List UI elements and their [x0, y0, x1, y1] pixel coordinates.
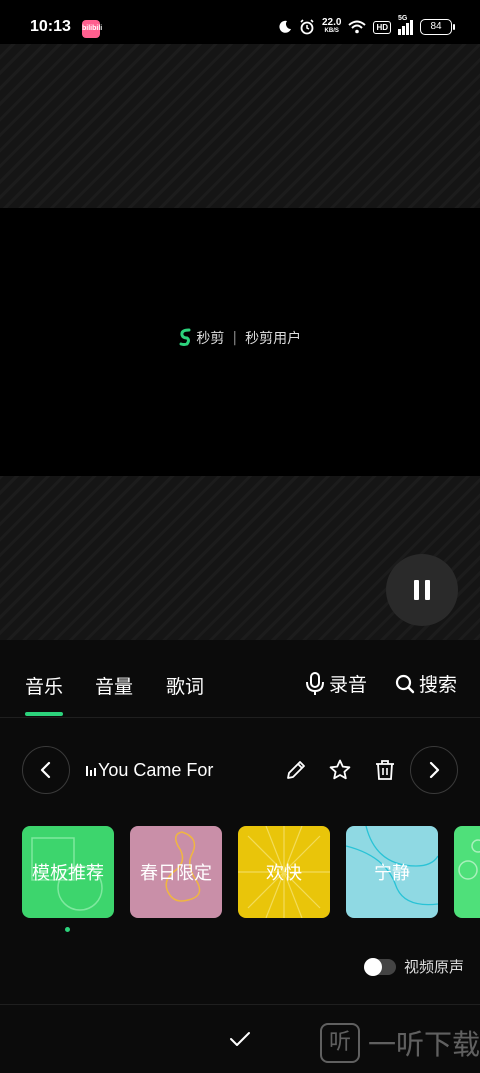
tab-lyrics[interactable]: 歌词	[166, 672, 204, 699]
status-bar: 10:13 bilibili 22.0 KB/S HD 5G 84	[0, 0, 480, 44]
category-card-calm[interactable]: 宁静	[346, 826, 438, 918]
net-speed-value: 22.0	[321, 17, 342, 28]
trash-icon	[376, 760, 394, 780]
microphone-icon	[306, 671, 324, 695]
signal-icon: 5G	[398, 15, 413, 35]
status-time: 10:13	[30, 18, 71, 35]
original-sound-toggle[interactable]	[363, 957, 396, 976]
chevron-right-icon	[429, 761, 440, 779]
pencil-icon	[287, 761, 305, 779]
song-title: You Came For	[98, 759, 214, 780]
miaojian-s-icon	[179, 328, 191, 346]
status-icons: 22.0 KB/S HD 5G 84	[278, 15, 455, 38]
search-icon	[395, 674, 415, 693]
miaojian-logo: 秒剪	[179, 328, 225, 348]
site-watermark-text: 一听下载	[368, 1028, 480, 1061]
chevron-left-icon	[40, 761, 51, 779]
watermark-user: 秒剪用户	[245, 331, 302, 347]
tab-music[interactable]: 音乐	[25, 672, 63, 699]
card-decoration	[458, 839, 480, 880]
song-title-marquee: You Came For	[86, 755, 246, 785]
watermark-separator: |	[232, 330, 238, 346]
moon-icon	[279, 20, 291, 33]
category-card-cheerful[interactable]: 欢快	[238, 826, 330, 918]
next-song-button[interactable]	[410, 746, 458, 794]
search-label: 搜索	[419, 674, 458, 696]
original-sound-toggle-row[interactable]: 视频原声	[363, 956, 464, 977]
site-watermark-logo: 听	[320, 1023, 360, 1063]
category-label: 春日限定	[140, 863, 212, 884]
playing-equalizer-icon	[86, 764, 96, 776]
site-watermark: 听 一听下载	[320, 1023, 480, 1063]
record-button[interactable]: 录音	[305, 670, 367, 697]
watermark-logo-text: 秒剪	[196, 331, 225, 347]
pause-icon-bar	[425, 580, 430, 600]
category-card-more[interactable]	[454, 826, 480, 918]
signal-label: 5G	[398, 15, 408, 22]
search-button[interactable]: 搜索	[395, 670, 457, 697]
wifi-icon	[348, 20, 367, 34]
star-icon	[329, 759, 351, 780]
category-label: 欢快	[266, 863, 302, 884]
battery-indicator: 84	[420, 19, 455, 35]
tab-bar: 音乐 音量 歌词 录音 搜索	[0, 640, 480, 718]
category-card-spring[interactable]: 春日限定	[130, 826, 222, 918]
confirm-button[interactable]	[226, 1025, 254, 1053]
video-preview[interactable]: 秒剪 | 秒剪用户	[0, 44, 480, 640]
delete-music-button[interactable]	[371, 756, 399, 784]
pause-icon	[414, 580, 419, 600]
toggle-knob	[363, 957, 382, 976]
category-label: 宁静	[374, 863, 410, 884]
active-tab-indicator	[25, 712, 63, 716]
selected-category-dot	[65, 927, 70, 932]
category-card-template[interactable]: 模板推荐	[22, 826, 114, 918]
network-speed: 22.0 KB/S	[321, 17, 342, 35]
pause-button[interactable]	[386, 554, 458, 626]
bilibili-app-icon: bilibili	[82, 20, 102, 38]
video-watermark: 秒剪 | 秒剪用户	[0, 328, 480, 348]
previous-song-button[interactable]	[22, 746, 70, 794]
net-speed-unit: KB/S	[324, 28, 339, 34]
original-sound-label: 视频原声	[403, 958, 464, 976]
music-category-list[interactable]: 模板推荐 春日限定 欢快 宁静	[22, 826, 480, 918]
category-label: 模板推荐	[32, 863, 104, 884]
current-music-row: You Came For	[0, 744, 480, 796]
favorite-music-button[interactable]	[326, 756, 354, 784]
record-label: 录音	[329, 674, 368, 696]
checkmark-icon	[230, 1032, 250, 1046]
alarm-icon	[300, 19, 314, 35]
music-panel: 音乐 音量 歌词 录音 搜索 You Came For 模板推荐 春日限定 欢快…	[0, 640, 480, 1073]
hd-badge: HD	[373, 20, 391, 34]
tab-volume[interactable]: 音量	[95, 672, 133, 699]
edit-music-button[interactable]	[282, 756, 310, 784]
